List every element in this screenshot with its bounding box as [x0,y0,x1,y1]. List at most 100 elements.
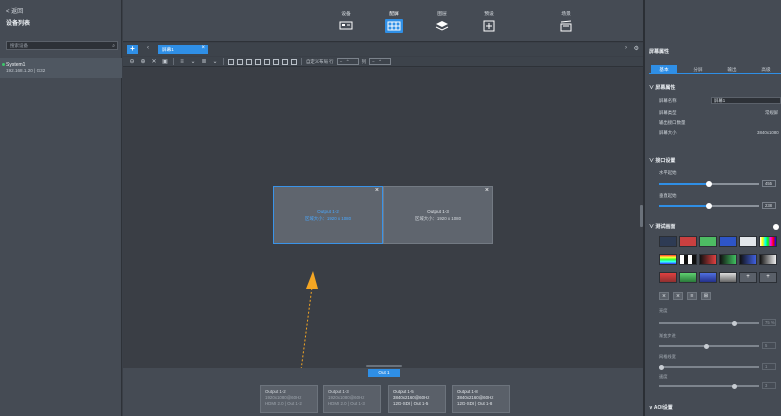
layout-8-icon[interactable] [291,58,297,65]
output-card-1-8[interactable]: Output 1-8 3840x2160@60Hz 12G-SDI | Out … [452,385,510,413]
pattern-cross-icon[interactable]: + [759,272,777,283]
pattern-checker-icon[interactable] [679,254,697,265]
test-pattern-section[interactable]: ∨ 测试画面 [649,223,675,230]
pattern-diag2-icon[interactable]: ⨯ [673,292,683,300]
pattern-gray-vgradient-icon[interactable] [719,272,737,283]
layout-5-icon[interactable] [264,58,270,65]
align-v-icon[interactable]: ≣ [200,58,208,65]
section-title: 屏幕属性 [655,85,676,91]
back-link[interactable]: < 返回 [6,6,23,15]
tab-output[interactable]: 输出 [719,65,745,74]
pattern-green-gradient-icon[interactable] [719,254,737,265]
columns-stepper[interactable]: − ⌃ [368,58,391,65]
align-h-dropdown-icon[interactable]: ⌄ [189,58,197,65]
slider-knob[interactable] [706,203,712,209]
port-settings-section[interactable]: ∨ 接口设置 [649,157,675,164]
slider-knob[interactable] [706,181,712,187]
brightness-label: 亮度 [659,308,668,313]
v-start-input[interactable]: 238 [762,202,776,209]
canvas-toolbar: ⊖ ⊕ ✕ ▣ ≡ ⌄ ≣ ⌄ 自定义布局 行 − ⌃ 列 − ⌃ [123,57,643,67]
pattern-diag1-icon[interactable]: ⨯ [659,292,669,300]
fit-icon[interactable]: ▣ [161,58,169,65]
tab-split[interactable]: 分屏 [685,65,711,74]
screen-name-input[interactable]: 屏幕1 [711,97,781,104]
gradient-step-input[interactable]: 5 [762,342,776,349]
pattern-grid2-icon[interactable]: ⊞ [701,292,711,300]
speed-input[interactable]: 3 [762,382,776,389]
zoom-in-icon[interactable]: ⊕ [139,58,147,65]
screen-properties-section[interactable]: ∨ 屏幕属性 [649,84,675,91]
screen-settings-icon[interactable]: ⚙ [634,45,639,52]
output-card-1-2[interactable]: Output 1-2 1920x1080@60Hz HDMI 2.0 | Out… [260,385,318,413]
layout-6-icon[interactable] [273,58,279,65]
v-start-slider[interactable] [659,203,759,209]
grid-width-slider[interactable] [659,364,759,370]
slider-knob[interactable] [732,320,737,326]
pattern-dark-icon[interactable] [659,236,677,247]
tab-scroll-right-icon[interactable]: › [625,45,627,51]
h-start-input[interactable]: 455 [762,180,776,187]
tab-scroll-left-icon[interactable]: ‹ [147,45,149,51]
aoi-settings-section[interactable]: ∨ AOI设置 [649,404,673,411]
output-card-1-5[interactable]: Output 1-5 3840x2160@60Hz 12G-SDI | Out … [388,385,446,413]
search-input[interactable]: 搜索设备 ⌕ [6,41,118,50]
tab-advanced[interactable]: 高级 [753,65,779,74]
pattern-green-vgradient-icon[interactable] [679,272,697,283]
layout-3-icon[interactable] [246,58,252,65]
layout-4-icon[interactable] [255,58,261,65]
close-window-icon[interactable]: × [375,187,379,194]
slider-knob[interactable] [659,364,664,370]
align-h-icon[interactable]: ≡ [178,59,186,65]
align-v-dropdown-icon[interactable]: ⌄ [211,58,219,65]
slider-knob[interactable] [704,343,709,349]
pattern-blue-vgradient-icon[interactable] [699,272,717,283]
layout-1-icon[interactable] [228,58,234,65]
output-card-1-3[interactable]: Output 1-3 1920x1080@60Hz HDMI 2.0 | Out… [323,385,381,413]
pattern-colorbar-icon[interactable] [759,236,777,247]
toolbar-device[interactable]: 设备 [335,10,357,33]
zoom-out-icon[interactable]: ⊖ [128,58,136,65]
toolbar-layers[interactable]: 图层 [431,10,453,33]
close-tab-icon[interactable]: × [201,45,205,51]
add-screen-button[interactable]: + [127,45,138,54]
output-window-1-3[interactable]: × Output 1-3 区域大小：1920 x 1080 [383,186,493,244]
brightness-input[interactable]: 75 % [762,319,776,326]
gradient-step-label: 渐变步进 [659,333,676,338]
pattern-red-icon[interactable] [679,236,697,247]
pattern-red-gradient-icon[interactable] [699,254,717,265]
canvas-resize-handle[interactable] [640,205,643,227]
speed-slider[interactable] [659,383,759,389]
grid-width-input[interactable]: 1 [762,363,776,370]
tab-screen-1[interactable]: 屏幕1 × [158,45,208,54]
pattern-gray-gradient-icon[interactable] [759,254,777,265]
toolbar-label: 预设 [484,12,494,17]
toolbar-screen-config[interactable]: 配屏 [383,10,405,33]
device-item-system1[interactable]: System1 192.168.1.20 | G32 [0,58,122,78]
search-icon[interactable]: ⌕ [112,43,115,49]
pattern-red-vgradient-icon[interactable] [659,272,677,283]
slider-knob[interactable] [732,383,737,389]
output-tab-out1[interactable]: Out 1 [368,369,400,377]
pattern-blue-gradient-icon[interactable] [739,254,757,265]
tab-basic[interactable]: 基本 [651,65,677,74]
pattern-lines-icon[interactable]: ≡ [687,292,697,300]
h-start-slider[interactable] [659,181,759,187]
pattern-white-icon[interactable] [739,236,757,247]
rows-stepper[interactable]: − ⌃ [336,58,359,65]
pattern-green-icon[interactable] [699,236,717,247]
toolbar-scene[interactable]: 场景 [555,10,577,33]
pattern-blue-icon[interactable] [719,236,737,247]
brightness-slider[interactable] [659,320,759,326]
test-pattern-toggle[interactable] [773,224,779,230]
pattern-rainbow-icon[interactable] [659,254,677,265]
layout-7-icon[interactable] [282,58,288,65]
properties-header: 屏幕属性 [649,49,670,55]
pattern-grid-icon[interactable]: + [739,272,757,283]
toolbar-preset[interactable]: 预设 [478,10,500,33]
output-window-1-2[interactable]: × Output 1-2 区域大小：1920 x 1080 [273,186,383,244]
close-window-icon[interactable]: × [485,187,489,194]
panel-resize-handle[interactable] [366,365,402,367]
gradient-step-slider[interactable] [659,343,759,349]
clear-icon[interactable]: ✕ [150,58,158,65]
layout-2-icon[interactable] [237,58,243,65]
